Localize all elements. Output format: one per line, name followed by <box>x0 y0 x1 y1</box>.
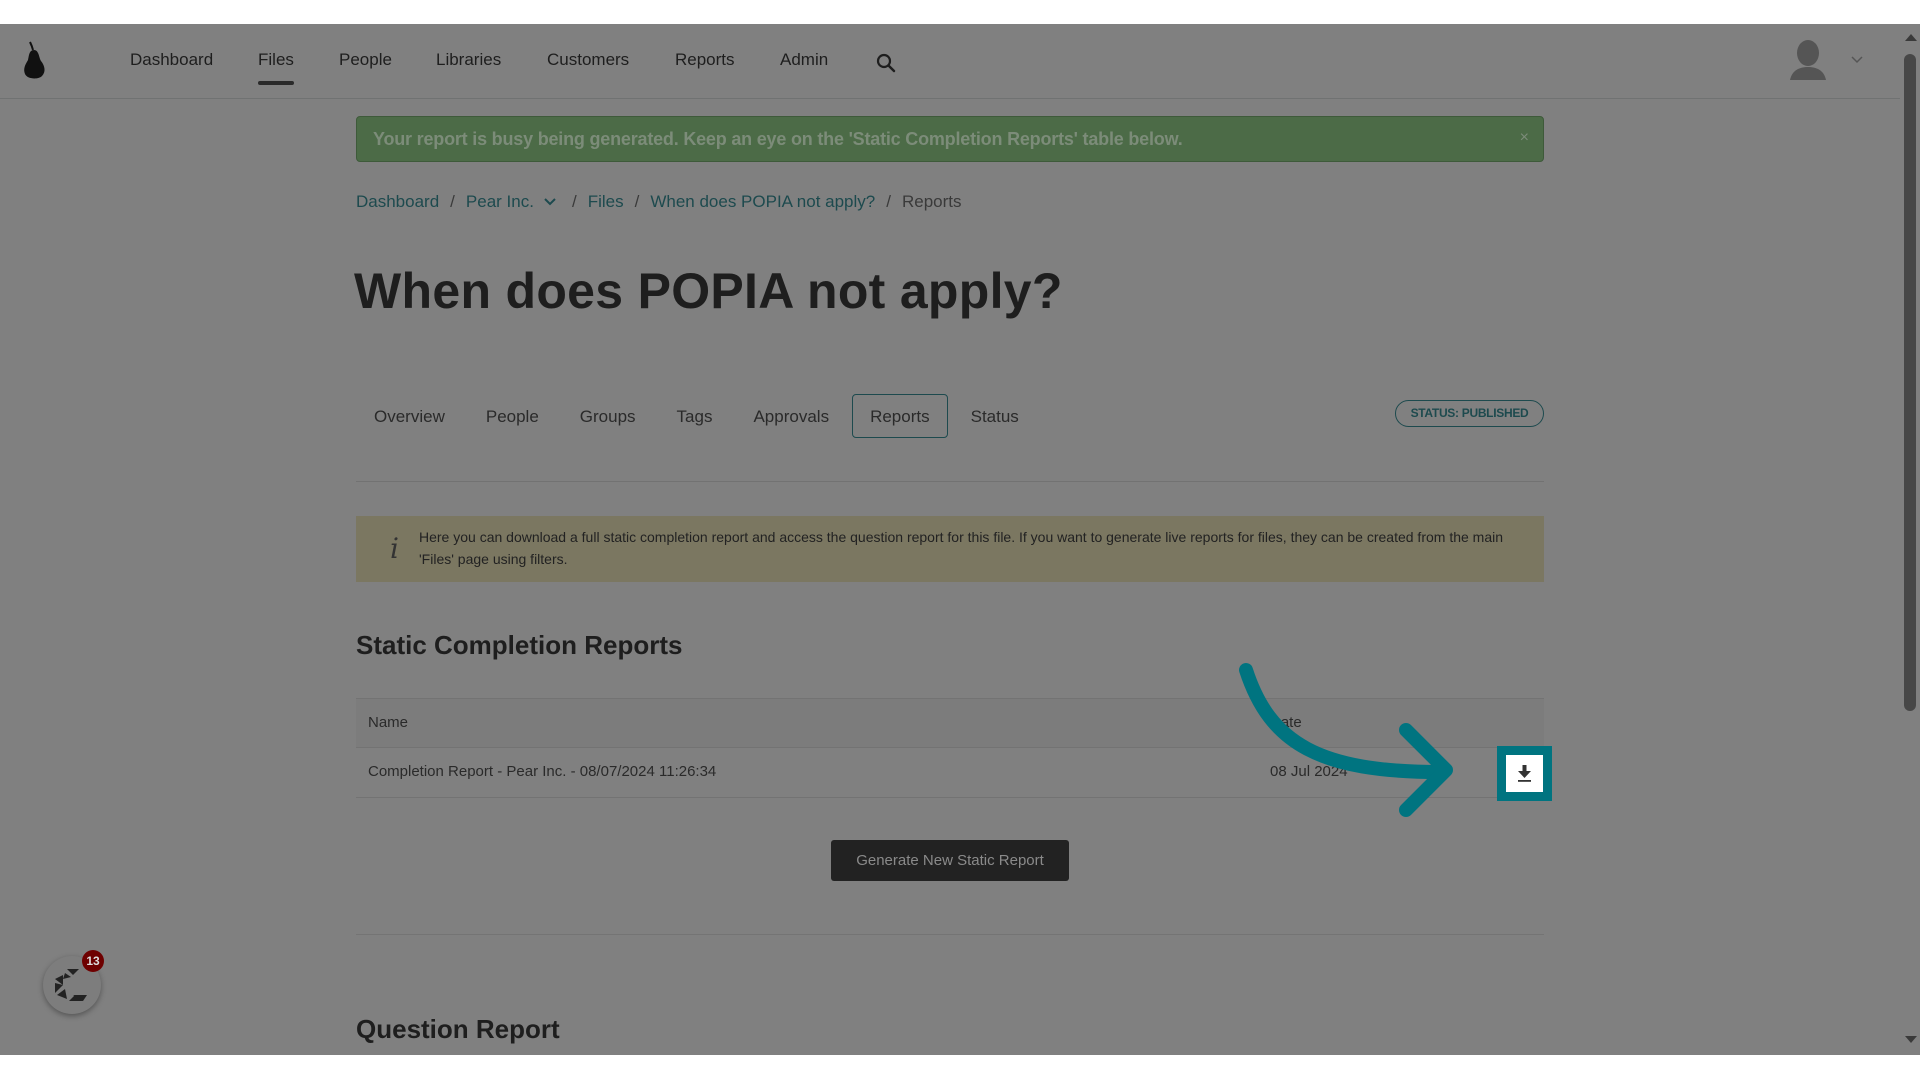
alert-message: Your report is busy being generated. Kee… <box>373 129 1183 149</box>
chat-logo-icon <box>55 969 87 1001</box>
breadcrumb-file[interactable]: When does POPIA not apply? <box>650 192 875 212</box>
tab-tags[interactable]: Tags <box>659 394 731 438</box>
report-name: Completion Report - Pear Inc. - 08/07/20… <box>368 763 717 780</box>
nav-dashboard[interactable]: Dashboard <box>130 50 213 70</box>
breadcrumb-files[interactable]: Files <box>588 192 624 212</box>
column-name: Name <box>368 714 409 731</box>
breadcrumb-pear-inc[interactable]: Pear Inc. <box>466 192 534 212</box>
nav-people[interactable]: People <box>339 50 392 70</box>
top-navigation: Dashboard Files People Libraries Custome… <box>0 24 1900 99</box>
download-button[interactable] <box>1506 755 1543 792</box>
nav-libraries[interactable]: Libraries <box>436 50 501 70</box>
breadcrumb-separator: / <box>571 192 577 211</box>
download-highlight <box>1497 746 1552 801</box>
search-icon[interactable] <box>875 52 897 74</box>
info-banner: i Here you can download a full static co… <box>356 516 1544 582</box>
tab-approvals[interactable]: Approvals <box>735 394 847 438</box>
breadcrumb-separator: / <box>634 192 640 211</box>
page-title: When does POPIA not apply? <box>354 263 1063 319</box>
download-icon <box>1518 765 1531 782</box>
pear-logo-icon[interactable] <box>20 40 48 80</box>
info-text: Here you can download a full static comp… <box>419 529 1504 567</box>
success-alert: Your report is busy being generated. Kee… <box>356 116 1544 162</box>
scroll-thumb[interactable] <box>1904 54 1916 711</box>
breadcrumb-separator: / <box>450 192 455 211</box>
divider <box>356 481 1544 482</box>
scroll-up-arrow[interactable] <box>1905 34 1917 41</box>
close-icon[interactable]: × <box>1520 129 1529 147</box>
tab-groups[interactable]: Groups <box>562 394 654 438</box>
tab-reports[interactable]: Reports <box>852 394 948 438</box>
notification-badge: 13 <box>82 950 104 972</box>
tab-people[interactable]: People <box>468 394 557 438</box>
chevron-down-icon[interactable] <box>1850 54 1864 64</box>
user-avatar-icon[interactable] <box>1788 38 1828 82</box>
breadcrumb-dashboard[interactable]: Dashboard <box>356 192 439 212</box>
chevron-down-icon[interactable] <box>544 198 556 206</box>
tab-overview[interactable]: Overview <box>356 394 463 438</box>
generate-report-button[interactable]: Generate New Static Report <box>831 840 1069 881</box>
annotation-arrow-icon <box>1239 663 1453 817</box>
nav-files[interactable]: Files <box>258 50 294 85</box>
divider <box>356 934 1544 935</box>
scrollbar[interactable] <box>1900 24 1920 1055</box>
static-reports-heading: Static Completion Reports <box>356 630 683 660</box>
info-icon: i <box>390 532 399 565</box>
nav-admin[interactable]: Admin <box>780 50 828 70</box>
breadcrumb-current: Reports <box>901 192 962 211</box>
page: Dashboard Files People Libraries Custome… <box>0 24 1920 1055</box>
question-report-heading: Question Report <box>356 1014 560 1044</box>
nav-customers[interactable]: Customers <box>547 50 629 70</box>
breadcrumb: Dashboard / Pear Inc. / Files / When doe… <box>356 192 962 212</box>
breadcrumb-separator: / <box>886 192 891 211</box>
tab-status[interactable]: Status <box>953 394 1037 438</box>
status-badge: STATUS: PUBLISHED <box>1395 400 1544 427</box>
scroll-down-arrow[interactable] <box>1905 1036 1917 1043</box>
nav-reports[interactable]: Reports <box>675 50 735 70</box>
file-tabs: Overview People Groups Tags Approvals Re… <box>356 393 1042 439</box>
